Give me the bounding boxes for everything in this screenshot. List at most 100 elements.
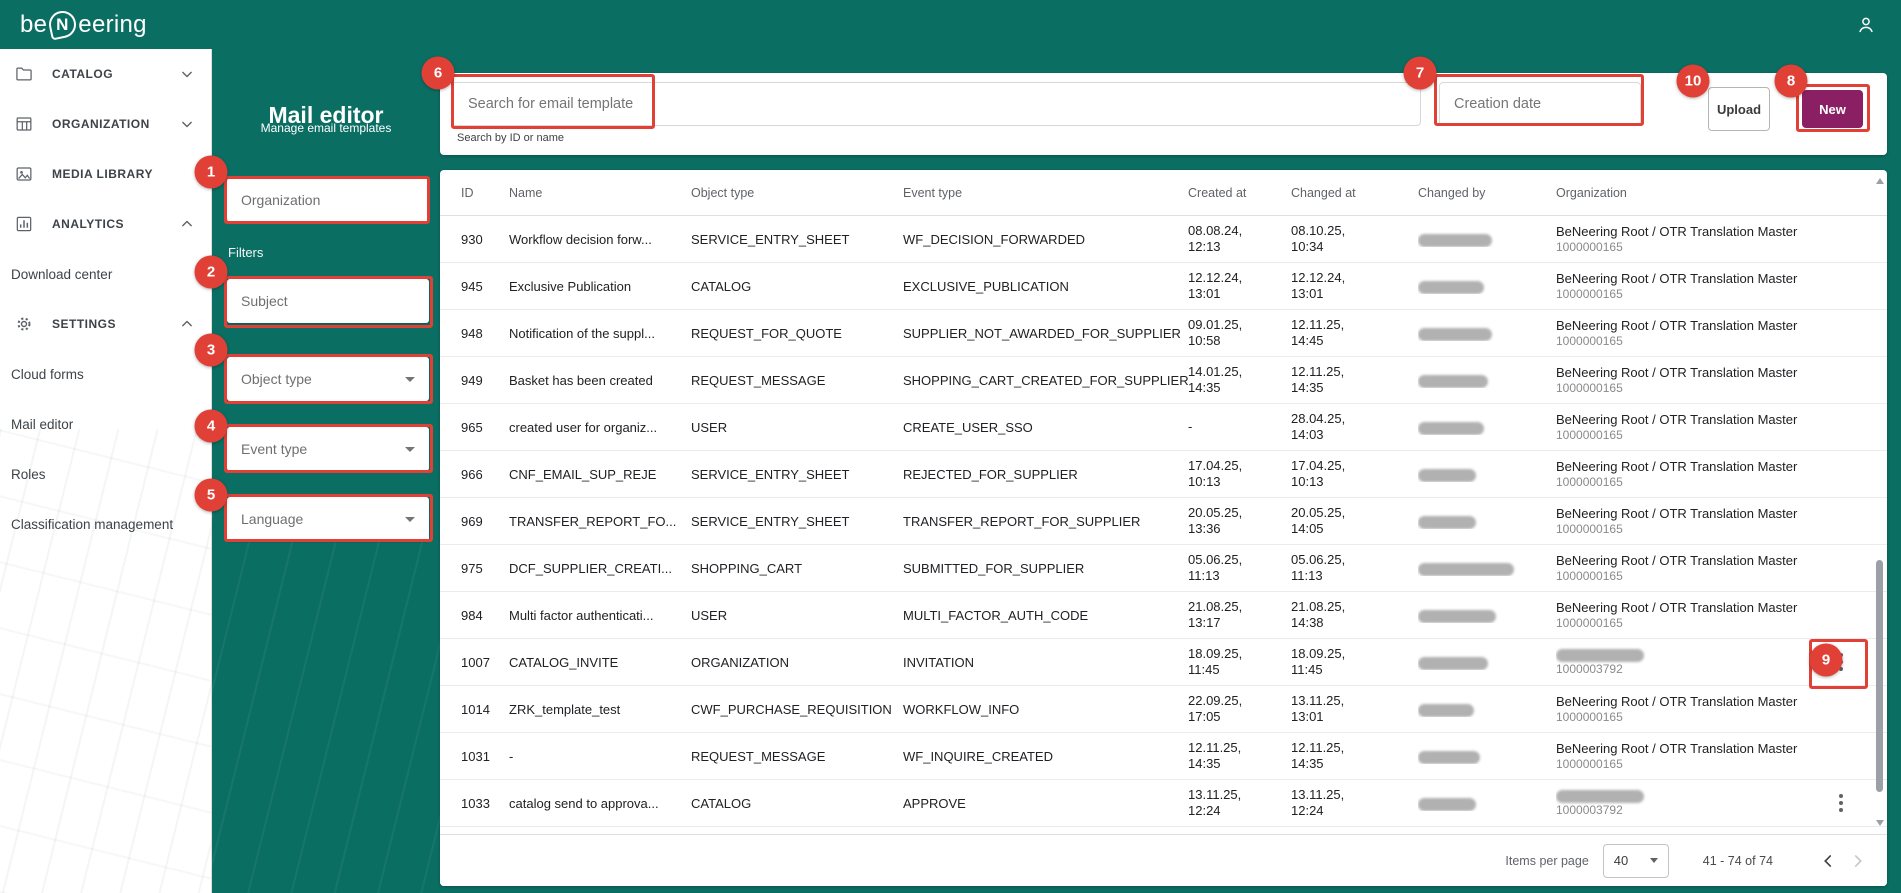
table-scrollbar[interactable] (1873, 172, 1886, 832)
cell-id: 1007 (461, 655, 509, 670)
redacted-organization-name (1556, 649, 1644, 662)
sidebar-item-classification-management[interactable]: Classification management (0, 499, 211, 549)
table-row-966[interactable]: 966CNF_EMAIL_SUP_REJESERVICE_ENTRY_SHEET… (440, 451, 1887, 498)
organization-id: 1000000165 (1556, 475, 1813, 490)
sidebar-item-cloud-forms[interactable]: Cloud forms (0, 349, 211, 399)
column-header-id: ID (461, 186, 509, 200)
organization-name: BeNeering Root / OTR Translation Master (1556, 741, 1813, 757)
email-template-search-input[interactable]: Search for email template (451, 82, 1421, 126)
organization-filter-input[interactable]: Organization (227, 178, 429, 222)
row-menu-kebab-icon[interactable] (1833, 788, 1849, 818)
sidebar-item-organization[interactable]: ORGANIZATION (0, 99, 211, 149)
cell-event-type: WORKFLOW_INFO (903, 702, 1188, 717)
cell-event-type: APPROVE (903, 796, 1188, 811)
cell-changed-at: 12.11.25,14:45 (1291, 317, 1418, 349)
table-row-965[interactable]: 965created user for organiz...USERCREATE… (440, 404, 1887, 451)
chevron-up-icon (177, 314, 197, 334)
previous-page-button[interactable] (1813, 846, 1843, 876)
table-row-975[interactable]: 975DCF_SUPPLIER_CREATI...SHOPPING_CARTSU… (440, 545, 1887, 592)
items-per-page-select[interactable]: 40 (1603, 844, 1669, 878)
chevron-up-icon (177, 214, 197, 234)
chevron-down-icon (405, 447, 415, 452)
cell-name: Multi factor authenticati... (509, 608, 691, 623)
sidebar-item-label: CATALOG (52, 67, 177, 81)
cell-event-type: INVITATION (903, 655, 1188, 670)
table-row-1033[interactable]: 1033catalog send to approva...CATALOGAPP… (440, 780, 1887, 827)
table-row-949[interactable]: 949Basket has been createdREQUEST_MESSAG… (440, 357, 1887, 404)
sidebar-item-catalog[interactable]: CATALOG (0, 49, 211, 99)
table-row-930[interactable]: 930Workflow decision forw...SERVICE_ENTR… (440, 216, 1887, 263)
cell-organization: BeNeering Root / OTR Translation Master1… (1556, 224, 1823, 255)
cell-organization: BeNeering Root / OTR Translation Master1… (1556, 506, 1823, 537)
sidebar-item-roles[interactable]: Roles (0, 449, 211, 499)
language-filter-select[interactable]: Language (227, 497, 429, 541)
cell-created-at: 09.01.25,10:58 (1188, 317, 1291, 349)
sidebar-item-label: Cloud forms (11, 367, 197, 382)
table-row-1007[interactable]: 1007CATALOG_INVITEORGANIZATIONINVITATION… (440, 639, 1887, 686)
cell-id: 966 (461, 467, 509, 482)
subject-filter-input[interactable]: Subject (227, 279, 429, 323)
sidebar-item-download-center[interactable]: Download center (0, 249, 211, 299)
sidebar-item-analytics[interactable]: ANALYTICS (0, 199, 211, 249)
organization-id: 1000000165 (1556, 710, 1813, 725)
cell-changed-by (1418, 607, 1556, 622)
cell-object-type: SERVICE_ENTRY_SHEET (691, 232, 903, 247)
subject-filter-label: Subject (241, 293, 288, 309)
cell-event-type: SUBMITTED_FOR_SUPPLIER (903, 561, 1188, 576)
cell-organization: BeNeering Root / OTR Translation Master1… (1556, 318, 1823, 349)
cell-created-at: 05.06.25,11:13 (1188, 552, 1291, 584)
table-row-1014[interactable]: 1014ZRK_template_testCWF_PURCHASE_REQUIS… (440, 686, 1887, 733)
scroll-up-icon[interactable] (1876, 178, 1884, 184)
cell-changed-by (1418, 466, 1556, 481)
cell-object-type: REQUEST_FOR_QUOTE (691, 326, 903, 341)
top-header: be N eering (0, 0, 1901, 49)
table-row-984[interactable]: 984Multi factor authenticati...USERMULTI… (440, 592, 1887, 639)
new-button[interactable]: New (1802, 90, 1863, 128)
redacted-changed-by (1418, 704, 1474, 717)
scroll-down-icon[interactable] (1876, 820, 1884, 826)
creation-date-input[interactable]: Creation date (1439, 82, 1641, 126)
scrollbar-thumb[interactable] (1876, 560, 1883, 792)
cell-organization: BeNeering Root / OTR Translation Master1… (1556, 741, 1823, 772)
cell-changed-at: 28.04.25,14:03 (1291, 411, 1418, 443)
cell-changed-by (1418, 419, 1556, 434)
user-account-icon[interactable] (1851, 10, 1881, 40)
organization-id: 1000000165 (1556, 569, 1813, 584)
sidebar-item-label: ANALYTICS (52, 217, 177, 231)
table-row-1031[interactable]: 1031-REQUEST_MESSAGEWF_INQUIRE_CREATED12… (440, 733, 1887, 780)
organization-id: 1000000165 (1556, 616, 1813, 631)
upload-button[interactable]: Upload (1708, 87, 1770, 131)
gear-icon (14, 314, 34, 334)
table-row-948[interactable]: 948Notification of the suppl...REQUEST_F… (440, 310, 1887, 357)
cell-changed-by (1418, 231, 1556, 246)
cell-event-type: REJECTED_FOR_SUPPLIER (903, 467, 1188, 482)
cell-object-type: SERVICE_ENTRY_SHEET (691, 514, 903, 529)
cell-changed-at: 21.08.25,14:38 (1291, 599, 1418, 631)
filter-panel: Mail editor Manage email templates Organ… (212, 49, 440, 893)
table-row-945[interactable]: 945Exclusive PublicationCATALOGEXCLUSIVE… (440, 263, 1887, 310)
pagination-range-label: 41 - 74 of 74 (1703, 854, 1773, 868)
cell-id: 969 (461, 514, 509, 529)
cell-object-type: CWF_PURCHASE_REQUISITION (691, 702, 903, 717)
cell-name: Basket has been created (509, 373, 691, 388)
redacted-changed-by (1418, 281, 1484, 294)
cell-changed-by (1418, 654, 1556, 669)
redacted-changed-by (1418, 234, 1492, 247)
sidebar-item-mail-editor[interactable]: Mail editor (0, 399, 211, 449)
next-page-button[interactable] (1843, 846, 1873, 876)
table-row-969[interactable]: 969TRANSFER_REPORT_FO...SERVICE_ENTRY_SH… (440, 498, 1887, 545)
event-type-filter-select[interactable]: Event type (227, 427, 429, 471)
column-header-changed-by: Changed by (1418, 186, 1556, 200)
object-type-filter-select[interactable]: Object type (227, 357, 429, 401)
row-menu-kebab-icon[interactable] (1833, 647, 1849, 677)
sidebar-item-media-library[interactable]: MEDIA LIBRARY (0, 149, 211, 199)
chevron-down-icon (177, 64, 197, 84)
cell-id: 975 (461, 561, 509, 576)
cell-changed-at: 13.11.25,12:24 (1291, 787, 1418, 819)
cell-name: catalog send to approva... (509, 796, 691, 811)
cell-id: 930 (461, 232, 509, 247)
cell-changed-by (1418, 560, 1556, 575)
sidebar-item-settings[interactable]: SETTINGS (0, 299, 211, 349)
cell-id: 949 (461, 373, 509, 388)
organization-id: 1000003792 (1556, 803, 1813, 818)
